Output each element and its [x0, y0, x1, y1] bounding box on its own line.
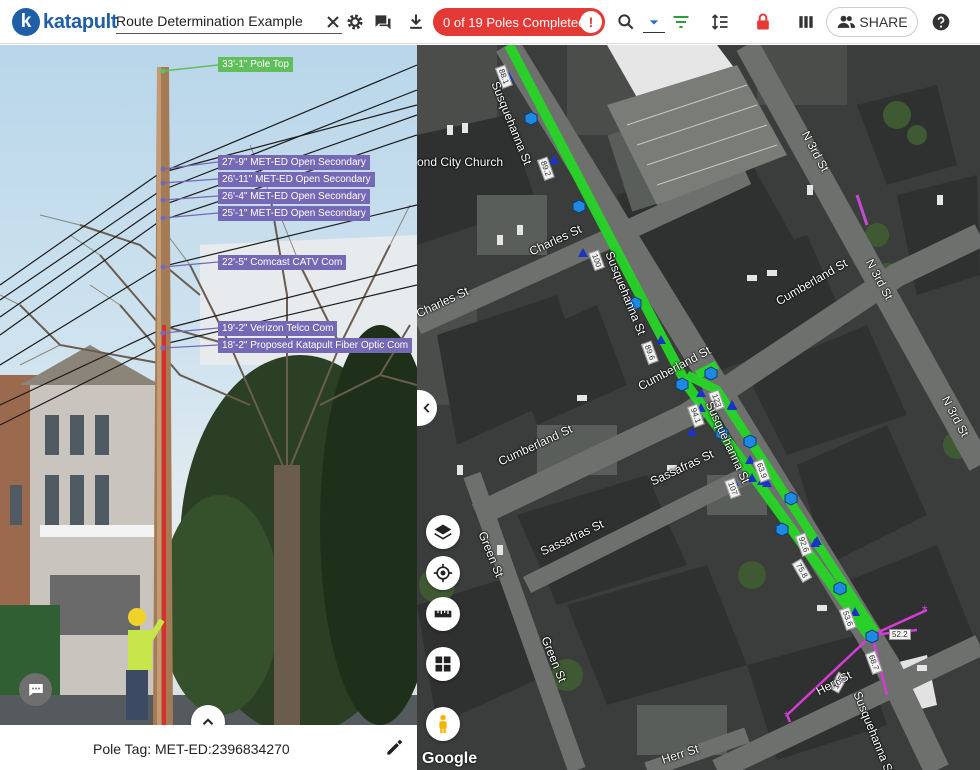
- top-toolbar: k katapult 0 of 19 Poles Completed ! SHA…: [0, 0, 980, 44]
- google-attribution: Google: [422, 750, 478, 767]
- download-icon[interactable]: [405, 11, 427, 33]
- share-icon: [838, 15, 856, 28]
- measure-button[interactable]: [426, 597, 460, 631]
- chat-icon: [28, 683, 43, 696]
- layers-icon: [434, 524, 452, 540]
- pegman-icon: [439, 714, 447, 734]
- chevron-up-icon: [202, 718, 214, 725]
- fiber-label[interactable]: 18'-2" Proposed Katapult Fiber Optic Com: [218, 338, 413, 353]
- secondary-label-2[interactable]: 26'-11" MET-ED Open Secondary: [218, 172, 375, 187]
- job-name-input[interactable]: [116, 8, 342, 34]
- place-label: ond City Church: [417, 155, 504, 169]
- share-button[interactable]: SHARE: [826, 7, 918, 37]
- crosshair-icon: [433, 563, 453, 583]
- help-icon[interactable]: [930, 11, 952, 33]
- poles-status-text: 0 of 19 Poles Completed: [443, 14, 586, 30]
- search-icon[interactable]: [615, 11, 637, 33]
- sort-icon[interactable]: [709, 11, 731, 33]
- street-view-button[interactable]: [426, 707, 460, 741]
- satellite-map[interactable]: * * 88.1 89.2 100 89.6 94.1 123 107 63.9…: [417, 45, 980, 770]
- grid-icon: [435, 656, 451, 672]
- svg-text:*: *: [784, 708, 790, 724]
- filter-icon[interactable]: [670, 11, 692, 33]
- close-icon[interactable]: [322, 11, 344, 33]
- lock-icon[interactable]: [752, 11, 774, 33]
- layers-button[interactable]: [426, 515, 460, 549]
- poles-completed-status[interactable]: 0 of 19 Poles Completed !: [433, 8, 605, 36]
- grid-view-button[interactable]: [426, 647, 460, 681]
- chat-button[interactable]: [19, 673, 52, 706]
- columns-icon[interactable]: [795, 11, 817, 33]
- chevron-left-icon: [423, 403, 430, 413]
- pole-tag-bar: Pole Tag: MET-ED:2396834270: [0, 725, 417, 770]
- pole-tag-text: Pole Tag: MET-ED:2396834270: [93, 741, 290, 757]
- logo-text: katapult: [43, 10, 118, 33]
- telco-label[interactable]: 19'-2" Verizon Telco Com: [218, 321, 338, 336]
- secondary-label-4[interactable]: 25'-1" MET-ED Open Secondary: [218, 206, 370, 221]
- secondary-label-3[interactable]: 26'-4" MET-ED Open Secondary: [218, 189, 370, 204]
- gear-icon[interactable]: [344, 11, 366, 33]
- comments-icon[interactable]: [372, 11, 394, 33]
- share-label: SHARE: [859, 14, 908, 30]
- edit-pencil-icon[interactable]: [384, 738, 404, 758]
- info-icon[interactable]: !: [580, 11, 602, 33]
- pole-photo: [0, 64, 417, 725]
- catv-label[interactable]: 22'-5" Comcast CATV Com: [218, 255, 347, 270]
- pole-photo-viewer[interactable]: 33'-1" Pole Top 27'-9" MET-ED Open Secon…: [0, 45, 417, 725]
- segment-label[interactable]: 52.2: [889, 629, 911, 640]
- secondary-label-1[interactable]: 27'-9" MET-ED Open Secondary: [218, 155, 370, 170]
- my-location-button[interactable]: [426, 556, 460, 590]
- logo-mark: k: [12, 8, 40, 36]
- ruler-icon: [434, 610, 452, 618]
- pole-top-label[interactable]: 33'-1" Pole Top: [218, 57, 293, 72]
- katapult-logo[interactable]: k katapult: [12, 7, 118, 37]
- dropdown-icon[interactable]: [643, 11, 665, 33]
- svg-text:*: *: [922, 602, 928, 618]
